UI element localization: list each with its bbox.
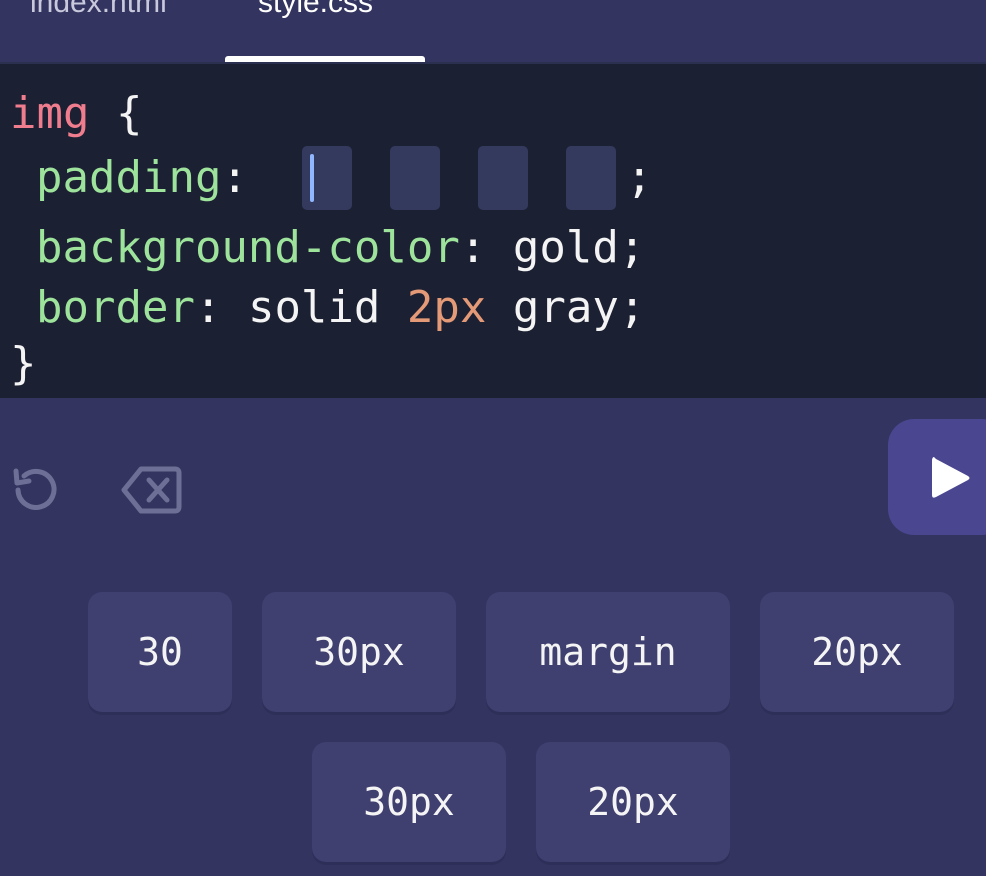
close-brace: } <box>10 338 37 389</box>
css-value-gray: gray; <box>512 282 646 333</box>
choice-chip-30[interactable]: 30 <box>88 592 232 712</box>
code-line-2: padding: <box>36 148 248 208</box>
choice-chip-20px-second[interactable]: 20px <box>536 742 730 862</box>
answer-slot-3[interactable] <box>478 146 528 210</box>
css-property-border: border <box>36 282 195 333</box>
choice-chip-20px[interactable]: 20px <box>760 592 954 712</box>
colon: : <box>459 222 487 273</box>
code-editor: img { padding: ; background-color: gold;… <box>0 62 986 398</box>
code-line-4: border: solid 2px gray; <box>36 278 645 338</box>
css-value-2px: 2px <box>406 282 487 333</box>
css-value-gold: gold; <box>512 222 646 273</box>
css-selector: img <box>10 88 90 139</box>
answer-slot-2[interactable] <box>390 146 440 210</box>
choice-chip-30px-second[interactable]: 30px <box>312 742 506 862</box>
code-line-1: img { <box>10 84 142 144</box>
answer-slot-4[interactable] <box>566 146 616 210</box>
choice-chip-margin[interactable]: margin <box>486 592 730 712</box>
reset-button[interactable] <box>6 462 64 518</box>
tab-index-html[interactable]: index.html <box>30 0 167 20</box>
file-tab-bar: index.html style.css <box>0 0 986 62</box>
answer-slot-1[interactable] <box>302 146 352 210</box>
tab-style-css[interactable]: style.css <box>258 0 373 20</box>
colon: : <box>221 152 248 203</box>
code-line-3: background-color: gold; <box>36 218 645 278</box>
backspace-icon <box>121 466 182 514</box>
backspace-button[interactable] <box>120 464 184 516</box>
open-brace: { <box>115 88 143 139</box>
colon: : <box>194 282 222 333</box>
css-property-background-color: background-color <box>36 222 460 273</box>
text-cursor <box>310 154 314 202</box>
code-line-5: } <box>10 334 37 394</box>
semicolon: ; <box>626 152 653 203</box>
reset-icon <box>13 468 57 510</box>
css-property-padding: padding <box>36 152 222 203</box>
run-button[interactable] <box>888 419 986 535</box>
play-icon <box>932 457 970 498</box>
choice-chip-30px[interactable]: 30px <box>262 592 456 712</box>
css-value-solid: solid <box>247 282 381 333</box>
